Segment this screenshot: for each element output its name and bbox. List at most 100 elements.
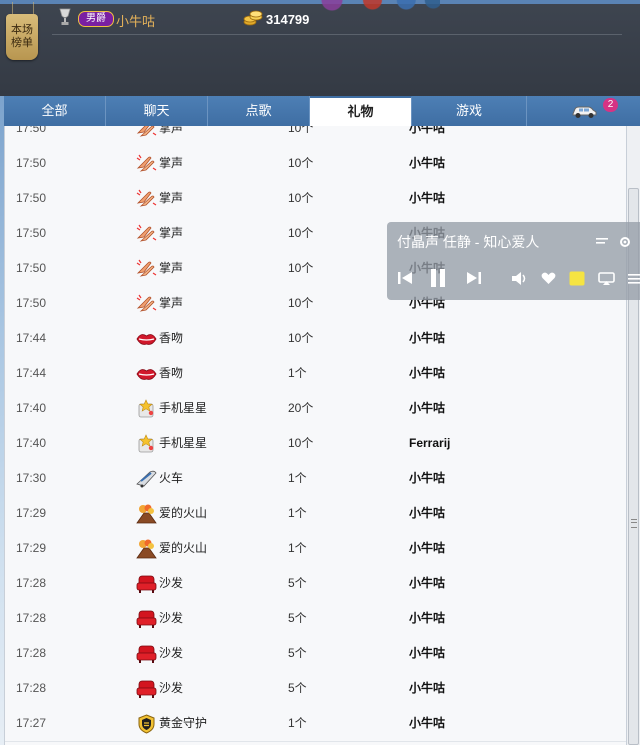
gift-record-list: 17:50 掌声 10个 小牛咕 17:50 掌声 10个 小牛咕 17:50 掌声 10个 小牛咕 1… [4,126,627,745]
tab-car[interactable]: 2 [527,96,640,126]
settings-icon[interactable] [618,235,632,249]
gift-time: 17:44 [16,366,47,380]
next-track-icon[interactable] [466,270,482,286]
gift-name: 香吻 [159,331,184,345]
gift-count: 1个 [288,506,307,520]
gift-record-row: 17:28 沙发 5个 小牛咕 [5,636,627,672]
volume-icon[interactable] [511,271,529,286]
gift-name: 沙发 [159,681,184,695]
heart-icon[interactable] [541,272,556,285]
gift-record-row: 17:28 沙发 5个 小牛咕 [5,671,627,707]
applause-icon [136,189,157,209]
gift-sender[interactable]: 小牛咕 [409,321,445,356]
gift-record-row: 17:44 香吻 10个 小牛咕 [5,321,627,357]
gift-name: 手机星星 [159,436,208,450]
gift-record-row: 17:40 手机星星 10个 Ferrarij [5,426,627,462]
gift-count: 5个 [288,576,307,590]
sofa-icon [136,644,157,664]
gift-time: 17:27 [16,716,47,730]
gift-sender[interactable]: 小牛咕 [409,566,445,601]
gift-record-row: 17:29 爱的火山 1个 小牛咕 [5,496,627,532]
lyrics-icon[interactable] [569,271,585,286]
gift-time: 17:50 [16,126,47,135]
vip-rank-badge: 男爵 [78,11,114,27]
applause-icon [136,154,157,174]
gift-count: 10个 [288,191,314,205]
gift-sender[interactable]: 小牛咕 [409,146,445,181]
gift-count: 10个 [288,296,314,310]
gold-guard-icon [136,714,157,734]
gift-record-row: 17:50 掌声 10个 小牛咕 [5,146,627,182]
tab-song-request[interactable]: 点歌 [208,96,310,126]
tab-label: 礼物 [347,104,374,119]
gift-name: 爱的火山 [159,541,208,555]
gift-time: 17:30 [16,471,47,485]
rank-list-button[interactable]: 本场 榜单 [6,14,38,60]
gift-count: 20个 [288,401,314,415]
gift-record-row: 17:50 掌声 10个 小牛咕 [5,126,627,147]
gift-count: 10个 [288,226,314,240]
gift-sender[interactable]: 小牛咕 [409,601,445,636]
tab-gifts[interactable]: 礼物 [310,96,412,126]
gift-sender[interactable]: 小牛咕 [409,126,445,146]
gift-sender[interactable]: 小牛咕 [409,181,445,216]
gift-count: 1个 [288,716,307,730]
coins-icon [243,10,263,26]
gift-time: 17:40 [16,436,47,450]
gift-name: 黄金守护 [159,716,208,730]
gift-sender[interactable]: 小牛咕 [409,356,445,391]
car-icon [572,106,596,118]
sofa-icon [136,609,157,629]
gift-record-row: 17:29 爱的火山 1个 小牛咕 [5,531,627,567]
kiss-icon [136,364,157,384]
gift-sender[interactable]: 小牛咕 [409,496,445,531]
previous-track-icon[interactable] [397,270,413,286]
gift-count: 1个 [288,541,307,555]
tab-games[interactable]: 游戏 [412,96,527,126]
phone-star-icon [136,399,157,419]
car-count-badge: 2 [603,98,618,112]
gift-time: 17:44 [16,331,47,345]
applause-icon [136,259,157,279]
gift-record-row: 17:27 黄金守护 1个 小牛咕 [5,706,627,742]
tab-label: 游戏 [455,103,482,118]
gift-sender[interactable]: Ferrarij [409,426,450,461]
gift-name: 沙发 [159,646,184,660]
sofa-icon [136,574,157,594]
gift-record-row: 17:44 香吻 1个 小牛咕 [5,356,627,392]
gift-count: 1个 [288,366,307,380]
gift-sender[interactable]: 小牛咕 [409,706,445,741]
screen-cast-icon[interactable] [598,272,615,286]
room-header: 本场 榜单 男爵 小牛咕 314799 [0,0,640,96]
gift-count: 5个 [288,611,307,625]
rank-list-label: 本场 榜单 [11,24,33,49]
gift-sender[interactable]: 小牛咕 [409,391,445,426]
applause-icon [136,294,157,314]
gift-sender[interactable]: 小牛咕 [409,531,445,566]
scroll-grip [631,519,637,528]
scrollbar[interactable] [626,126,640,745]
tab-all[interactable]: 全部 [4,96,106,126]
gift-count: 10个 [288,156,314,170]
tab-chat[interactable]: 聊天 [106,96,208,126]
applause-icon [136,126,157,139]
gift-time: 17:29 [16,541,47,555]
gift-name: 沙发 [159,576,184,590]
gift-name: 香吻 [159,366,184,380]
playlist-icon[interactable] [595,236,609,248]
gift-sender[interactable]: 小牛咕 [409,671,445,706]
gift-count: 10个 [288,331,314,345]
username[interactable]: 小牛咕 [116,11,155,30]
gift-count: 5个 [288,681,307,695]
menu-icon[interactable] [628,273,640,285]
pause-icon[interactable] [429,267,447,289]
tab-label: 聊天 [143,103,170,118]
gift-count: 10个 [288,126,314,135]
gift-name: 爱的火山 [159,506,208,520]
gift-name: 沙发 [159,611,184,625]
gift-time: 17:28 [16,611,47,625]
gift-sender[interactable]: 小牛咕 [409,636,445,671]
gift-sender[interactable]: 小牛咕 [409,461,445,496]
trophy-icon [59,8,71,25]
gift-time: 17:50 [16,226,47,240]
